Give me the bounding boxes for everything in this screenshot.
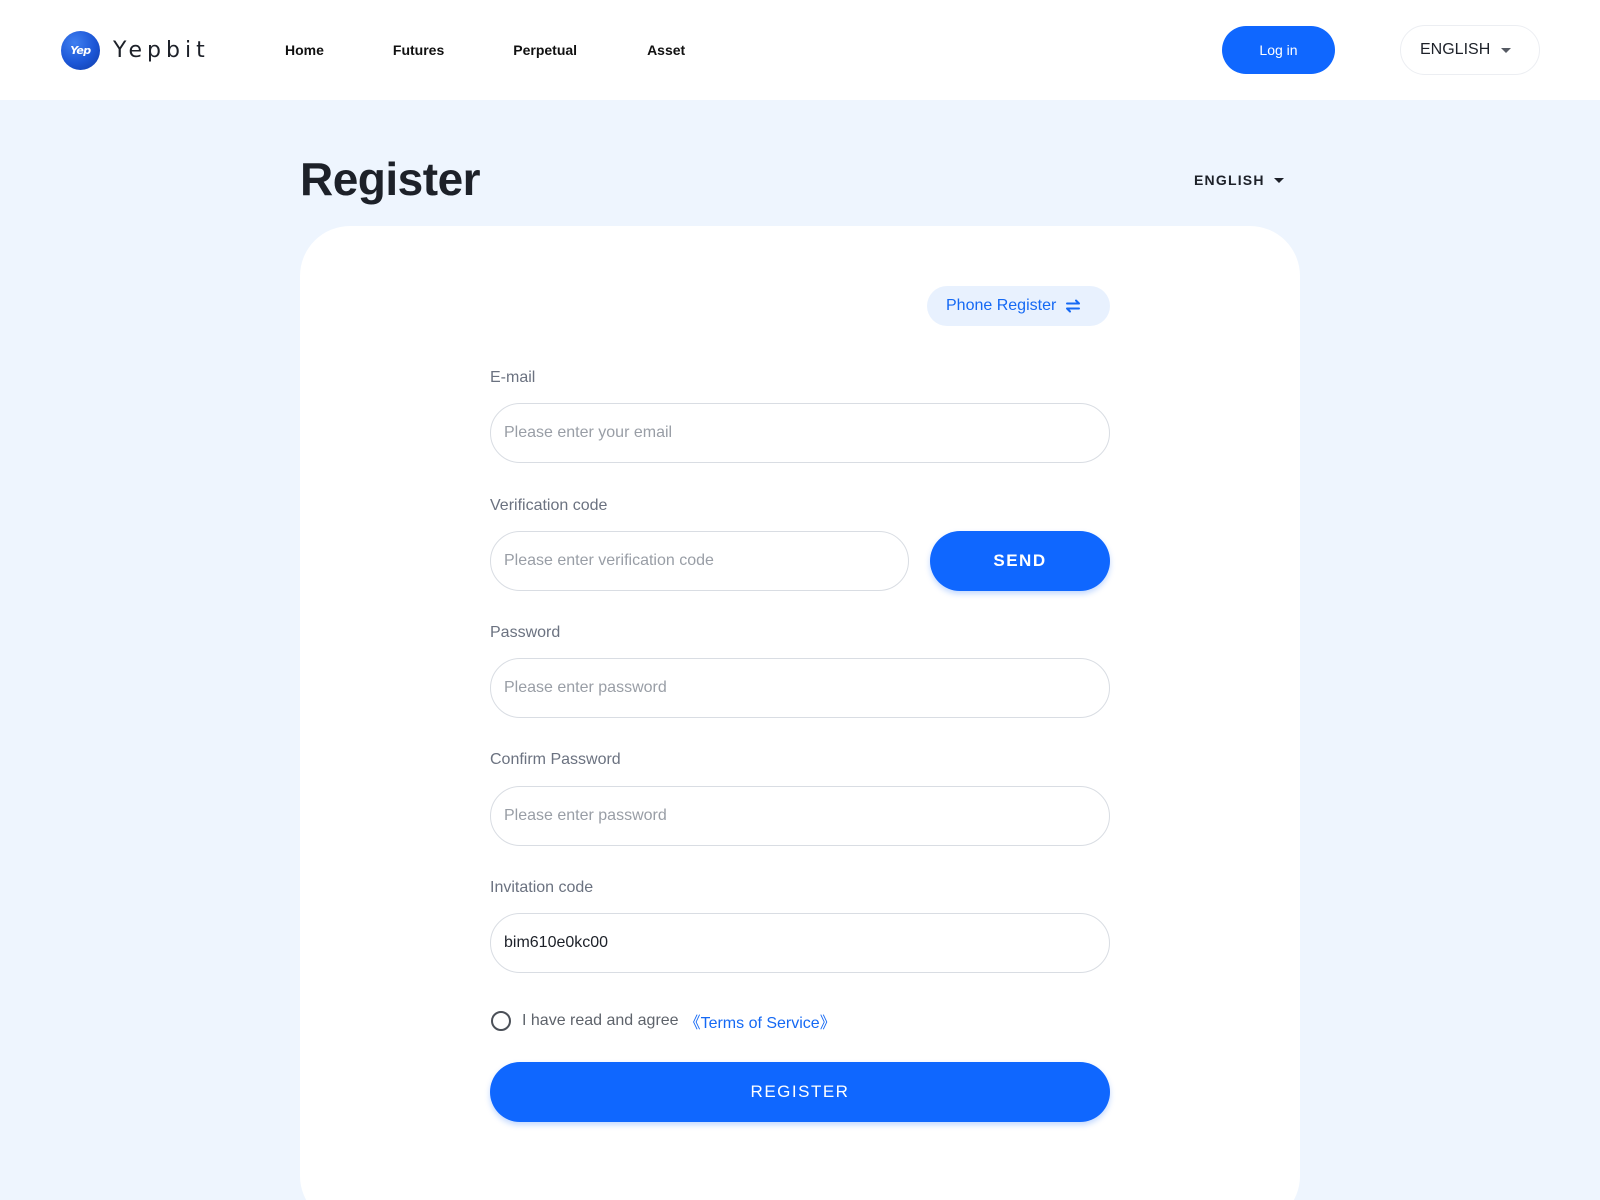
password-label: Password xyxy=(490,624,561,641)
logo-icon: Yep xyxy=(61,31,100,70)
caret-down-icon xyxy=(1273,177,1284,183)
top-navigation-bar: Yep Yepbit Home Futures Perpetual Asset … xyxy=(0,0,1600,100)
brand-name: Yepbit xyxy=(113,38,210,63)
nav-item-home[interactable]: Home xyxy=(285,42,324,58)
email-label: E-mail xyxy=(490,369,536,386)
register-card: Phone Register E-mail Verification code … xyxy=(300,226,1300,1200)
nav-item-futures[interactable]: Futures xyxy=(393,42,444,58)
phone-register-switch[interactable]: Phone Register xyxy=(927,286,1110,326)
caret-down-icon xyxy=(1501,48,1511,53)
register-button[interactable]: REGISTER xyxy=(490,1062,1110,1122)
nav-item-perpetual[interactable]: Perpetual xyxy=(513,42,577,58)
agree-radio[interactable] xyxy=(491,1011,511,1031)
brand-logo[interactable]: Yep Yepbit xyxy=(61,31,210,70)
nav-item-asset[interactable]: Asset xyxy=(647,42,685,58)
verification-code-input[interactable] xyxy=(490,531,909,591)
verification-code-label: Verification code xyxy=(490,497,608,514)
language-select-page[interactable]: ENGLISH xyxy=(1194,172,1284,188)
main-nav: Home Futures Perpetual Asset xyxy=(285,0,685,100)
invitation-code-input[interactable] xyxy=(490,913,1110,973)
login-button[interactable]: Log in xyxy=(1222,26,1335,74)
agree-text: I have read and agree xyxy=(522,1012,679,1029)
invitation-code-label: Invitation code xyxy=(490,879,594,896)
terms-of-service-link[interactable]: 《Terms of Service》 xyxy=(685,1009,836,1033)
page-title: Register xyxy=(300,153,481,205)
email-input[interactable] xyxy=(490,403,1110,463)
confirm-password-label: Confirm Password xyxy=(490,751,621,768)
swap-arrows-icon xyxy=(1066,299,1081,313)
language-select-header[interactable]: ENGLISH xyxy=(1400,25,1540,75)
language-select-page-value: ENGLISH xyxy=(1194,172,1265,188)
terms-agreement-row: I have read and agree 《Terms of Service》 xyxy=(491,1009,836,1033)
confirm-password-input[interactable] xyxy=(490,786,1110,846)
phone-register-label: Phone Register xyxy=(946,297,1057,314)
language-select-header-value: ENGLISH xyxy=(1420,41,1491,58)
send-code-button[interactable]: SEND xyxy=(930,531,1110,591)
password-input[interactable] xyxy=(490,658,1110,718)
